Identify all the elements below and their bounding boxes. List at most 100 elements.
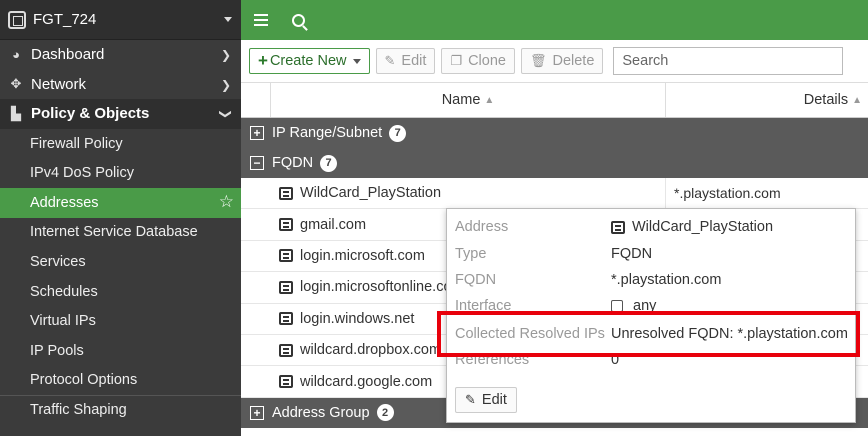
delete-button[interactable]: 🗑 Delete <box>520 48 604 74</box>
sidebar-item-traffic-shaping[interactable]: Traffic Shaping <box>0 395 241 425</box>
clone-button[interactable]: ❐ Clone <box>441 48 515 74</box>
menu-icon[interactable] <box>254 14 268 26</box>
sidebar-item-label: Protocol Options <box>30 372 138 389</box>
device-name: FGT_724 <box>33 11 97 28</box>
delete-label: Delete <box>552 53 595 69</box>
sidebar-item-label: Network <box>31 75 87 93</box>
address-icon <box>279 186 293 200</box>
tooltip-type-value: FQDN <box>611 246 653 262</box>
address-icon <box>279 280 293 294</box>
policy-objects-icon: ▙ <box>11 105 21 121</box>
row-name: wildcard.dropbox.com <box>300 342 442 359</box>
count-badge: 2 <box>376 404 394 422</box>
sidebar-item-ipv4-dos-policy[interactable]: IPv4 DoS Policy <box>0 158 241 188</box>
clone-icon: ❐ <box>450 53 463 68</box>
trash-icon: 🗑 <box>529 53 547 68</box>
row-details: *.playstation.com <box>674 185 781 202</box>
search-icon[interactable] <box>292 13 305 27</box>
sidebar-item-label: Virtual IPs <box>30 313 96 330</box>
sidebar-item-dashboard[interactable]: ◕ Dashboard ❯ <box>0 40 241 70</box>
sidebar-item-internet-service-database[interactable]: Internet Service Database <box>0 218 241 248</box>
sidebar-item-virtual-ips[interactable]: Virtual IPs <box>0 306 241 336</box>
chevron-down-icon <box>224 17 232 22</box>
plus-icon: + <box>258 51 268 70</box>
sidebar-item-label: Dashboard <box>31 46 105 64</box>
sidebar-item-schedules[interactable]: Schedules <box>0 277 241 307</box>
group-label: FQDN <box>272 155 314 171</box>
address-icon <box>279 375 293 389</box>
row-name: wildcard.google.com <box>300 373 433 390</box>
network-icon: ✥ <box>10 76 22 92</box>
sidebar-item-policy-objects[interactable]: ▙ Policy & Objects ❯ <box>0 99 241 129</box>
count-badge: 7 <box>389 124 407 142</box>
top-bar <box>241 0 868 40</box>
dashboard-icon: ◕ <box>12 47 20 63</box>
select-column-header <box>241 83 271 117</box>
group-label: Address Group <box>272 404 370 421</box>
app-window: FGT_724 ◕ Dashboard ❯ ✥ Network ❯ ▙ Poli… <box>0 0 868 436</box>
pencil-icon: ✎ <box>465 392 476 407</box>
favorite-star-icon[interactable]: ☆ <box>219 192 234 212</box>
search-input[interactable]: Search <box>613 47 844 75</box>
sidebar-item-network[interactable]: ✥ Network ❯ <box>0 70 241 100</box>
fortigate-device-icon <box>8 10 26 29</box>
create-new-label: Create New <box>269 53 347 69</box>
sort-icon: ▲ <box>852 94 862 106</box>
chevron-right-icon: ❯ <box>220 48 231 62</box>
address-icon <box>611 220 625 234</box>
chevron-down-icon: ❯ <box>218 109 233 120</box>
edit-button[interactable]: ✎ Edit <box>375 48 436 74</box>
column-header-name[interactable]: Name ▲ <box>271 83 666 117</box>
highlight-box <box>437 311 860 357</box>
expand-icon[interactable]: + <box>250 126 264 140</box>
row-name: login.microsoft.com <box>300 247 425 264</box>
table-row[interactable]: WildCard_PlayStation *.playstation.com <box>241 178 868 210</box>
sidebar-item-label: Schedules <box>30 283 98 300</box>
collapse-icon[interactable]: − <box>250 156 264 170</box>
tooltip-fqdn-value: *.playstation.com <box>611 272 722 288</box>
sidebar-item-label: Internet Service Database <box>30 224 198 241</box>
sidebar-item-label: IPv4 DoS Policy <box>30 165 134 182</box>
row-name: login.microsoftonline.com <box>300 279 464 296</box>
address-icon <box>279 343 293 357</box>
sidebar: FGT_724 ◕ Dashboard ❯ ✥ Network ❯ ▙ Poli… <box>0 0 241 436</box>
sidebar-item-services[interactable]: Services <box>0 247 241 277</box>
sidebar-item-protocol-options[interactable]: Protocol Options <box>0 366 241 396</box>
sidebar-item-firewall-policy[interactable]: Firewall Policy <box>0 129 241 159</box>
sidebar-item-label: Traffic Shaping <box>30 402 127 419</box>
clone-label: Clone <box>468 53 506 69</box>
tooltip-type-label: Type <box>455 246 487 262</box>
row-name: gmail.com <box>300 216 367 233</box>
address-icon <box>279 218 293 232</box>
chevron-right-icon: ❯ <box>220 77 231 92</box>
tooltip-fqdn-label: FQDN <box>455 272 497 288</box>
expand-icon[interactable]: + <box>250 405 264 420</box>
sidebar-item-ip-pools[interactable]: IP Pools <box>0 336 241 366</box>
create-new-button[interactable]: + Create New <box>249 48 370 74</box>
column-header-label: Name <box>441 92 481 108</box>
chevron-down-icon <box>352 58 361 64</box>
group-label: IP Range/Subnet <box>272 125 383 141</box>
pencil-icon: ✎ <box>384 53 396 68</box>
column-header-details[interactable]: Details ▲ <box>666 83 868 117</box>
sidebar-item-label: IP Pools <box>30 342 84 359</box>
tooltip-edit-button[interactable]: ✎ Edit <box>455 387 517 413</box>
group-row-fqdn[interactable]: − FQDN 7 <box>241 148 868 178</box>
sidebar-item-label: Policy & Objects <box>31 105 150 123</box>
tooltip-address-label: Address <box>455 219 509 235</box>
column-header-label: Details <box>803 92 849 108</box>
edit-label: Edit <box>401 53 427 69</box>
address-icon <box>279 249 293 263</box>
sidebar-item-addresses[interactable]: Addresses ☆ <box>0 187 241 218</box>
sidebar-item-label: Addresses <box>30 194 99 211</box>
toolbar: + Create New ✎ Edit ❐ Clone 🗑 Delete Sea… <box>241 40 868 82</box>
row-name: login.windows.net <box>300 310 415 327</box>
device-selector[interactable]: FGT_724 <box>0 0 241 40</box>
table-header: Name ▲ Details ▲ <box>241 82 868 118</box>
count-badge: 7 <box>320 154 338 172</box>
sidebar-item-label: Firewall Policy <box>30 135 123 152</box>
group-row-ip-range-subnet[interactable]: + IP Range/Subnet 7 <box>241 118 868 148</box>
sort-icon: ▲ <box>484 94 495 106</box>
edit-label: Edit <box>481 392 507 408</box>
tooltip-address-value: WildCard_PlayStation <box>632 219 774 235</box>
